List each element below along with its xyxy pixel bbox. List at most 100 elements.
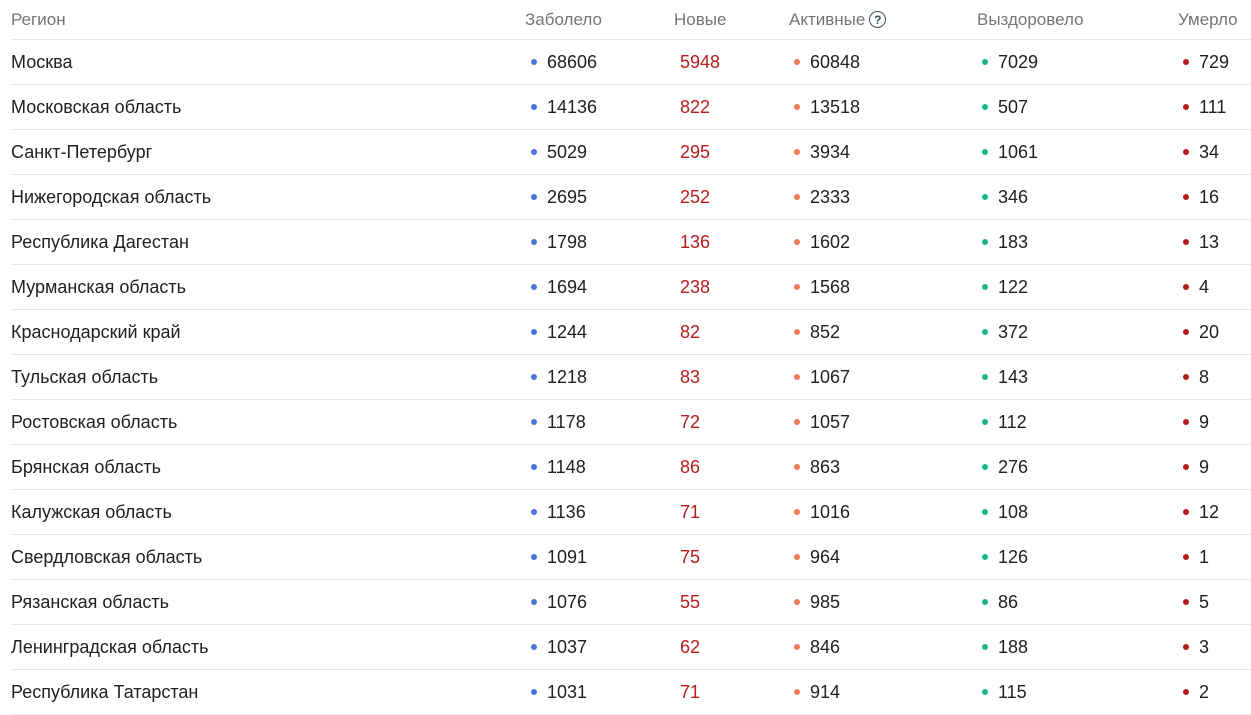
table-row[interactable]: Московская область 14136 822 13518 507 111 xyxy=(11,85,1251,130)
table-row[interactable]: Нижегородская область 2695 252 2333 346 16 xyxy=(11,175,1251,220)
new-cell: 71 xyxy=(680,490,700,534)
deaths-dot-icon xyxy=(1183,194,1189,200)
infected-dot-icon xyxy=(531,329,537,335)
new-value: 71 xyxy=(680,681,701,702)
new-value: 822 xyxy=(680,96,711,117)
new-value: 5948 xyxy=(680,51,721,72)
new-value: 75 xyxy=(680,546,701,567)
table-row[interactable]: Санкт-Петербург 5029 295 3934 1061 34 xyxy=(11,130,1251,175)
active-dot-icon xyxy=(794,509,800,515)
table-row[interactable]: Тульская область 1218 83 1067 143 8 xyxy=(11,355,1251,400)
deaths-value: 8 xyxy=(1199,366,1210,387)
recovered-value: 372 xyxy=(998,321,1029,342)
deaths-cell: 8 xyxy=(1183,355,1209,399)
recovered-value: 115 xyxy=(998,681,1027,702)
recovered-cell: 7029 xyxy=(982,40,1038,84)
deaths-cell: 729 xyxy=(1183,40,1229,84)
deaths-dot-icon xyxy=(1183,599,1189,605)
column-header-new[interactable]: Новые xyxy=(674,0,726,39)
deaths-value: 12 xyxy=(1199,501,1220,522)
active-cell: 914 xyxy=(794,670,840,714)
new-cell: 55 xyxy=(680,580,700,624)
recovered-dot-icon xyxy=(982,239,988,245)
help-icon[interactable]: ? xyxy=(869,11,887,28)
new-cell: 82 xyxy=(680,310,700,354)
region-name: Республика Дагестан xyxy=(11,231,189,252)
active-dot-icon xyxy=(794,104,800,110)
recovered-value: 183 xyxy=(998,231,1029,252)
active-value: 3934 xyxy=(810,141,851,162)
deaths-value: 9 xyxy=(1199,411,1210,432)
recovered-cell: 115 xyxy=(982,670,1027,714)
new-cell: 86 xyxy=(680,445,700,489)
active-value: 2333 xyxy=(810,186,851,207)
recovered-dot-icon xyxy=(982,599,988,605)
table-row[interactable]: Ленинградская область 1037 62 846 188 3 xyxy=(11,625,1251,670)
table-row[interactable]: Свердловская область 1091 75 964 126 1 xyxy=(11,535,1251,580)
infected-value: 1136 xyxy=(547,501,586,522)
active-cell: 985 xyxy=(794,580,840,624)
deaths-dot-icon xyxy=(1183,104,1189,110)
new-cell: 5948 xyxy=(680,40,720,84)
new-cell: 136 xyxy=(680,220,710,264)
infected-dot-icon xyxy=(531,149,537,155)
deaths-dot-icon xyxy=(1183,149,1189,155)
active-dot-icon xyxy=(794,419,800,425)
new-value: 62 xyxy=(680,636,701,657)
recovered-dot-icon xyxy=(982,464,988,470)
active-cell: 60848 xyxy=(794,40,860,84)
deaths-value: 4 xyxy=(1199,276,1210,297)
recovered-cell: 372 xyxy=(982,310,1028,354)
infected-cell: 1178 xyxy=(531,400,586,444)
column-header-deaths[interactable]: Умерло xyxy=(1178,0,1238,39)
active-value: 985 xyxy=(810,591,841,612)
table-row[interactable]: Москва 68606 5948 60848 7029 729 xyxy=(11,40,1251,85)
active-cell: 13518 xyxy=(794,85,860,129)
infected-value: 1076 xyxy=(547,591,588,612)
recovered-dot-icon xyxy=(982,194,988,200)
table-row[interactable]: Республика Татарстан 1031 71 914 115 2 xyxy=(11,670,1251,715)
region-name: Мурманская область xyxy=(11,276,187,297)
new-cell: 252 xyxy=(680,175,710,219)
recovered-value: 188 xyxy=(998,636,1029,657)
infected-dot-icon xyxy=(531,419,537,425)
region-name: Калужская область xyxy=(11,501,172,522)
column-header-recovered[interactable]: Выздоровело xyxy=(977,0,1084,39)
infected-value: 1031 xyxy=(547,681,588,702)
column-header-region[interactable]: Регион xyxy=(11,0,66,39)
active-cell: 3934 xyxy=(794,130,850,174)
deaths-cell: 16 xyxy=(1183,175,1219,219)
deaths-dot-icon xyxy=(1183,59,1189,65)
recovered-value: 143 xyxy=(998,366,1029,387)
column-header-infected[interactable]: Заболело xyxy=(525,0,602,39)
infected-value: 1091 xyxy=(547,546,588,567)
deaths-dot-icon xyxy=(1183,644,1189,650)
table-row[interactable]: Мурманская область 1694 238 1568 122 4 xyxy=(11,265,1251,310)
active-value: 13518 xyxy=(810,96,861,117)
recovered-cell: 86 xyxy=(982,580,1018,624)
new-value: 71 xyxy=(680,501,701,522)
active-cell: 1067 xyxy=(794,355,850,399)
table-row[interactable]: Рязанская область 1076 55 985 86 5 xyxy=(11,580,1251,625)
deaths-value: 16 xyxy=(1199,186,1220,207)
recovered-value: 1061 xyxy=(998,141,1039,162)
table-row[interactable]: Краснодарский край 1244 82 852 372 20 xyxy=(11,310,1251,355)
table-row[interactable]: Брянская область 1148 86 863 276 9 xyxy=(11,445,1251,490)
table-row[interactable]: Калужская область 1136 71 1016 108 12 xyxy=(11,490,1251,535)
deaths-dot-icon xyxy=(1183,554,1189,560)
infected-value: 5029 xyxy=(547,141,588,162)
infected-cell: 1037 xyxy=(531,625,587,669)
new-cell: 822 xyxy=(680,85,710,129)
new-cell: 71 xyxy=(680,670,700,714)
table-row[interactable]: Ростовская область 1178 72 1057 112 9 xyxy=(11,400,1251,445)
new-cell: 72 xyxy=(680,400,700,444)
deaths-cell: 9 xyxy=(1183,445,1209,489)
new-value: 136 xyxy=(680,231,711,252)
new-cell: 75 xyxy=(680,535,700,579)
recovered-dot-icon xyxy=(982,59,988,65)
new-value: 295 xyxy=(680,141,711,162)
table-row[interactable]: Республика Дагестан 1798 136 1602 183 13 xyxy=(11,220,1251,265)
recovered-cell: 276 xyxy=(982,445,1028,489)
recovered-dot-icon xyxy=(982,374,988,380)
column-header-active[interactable]: Активные ? xyxy=(789,0,887,39)
